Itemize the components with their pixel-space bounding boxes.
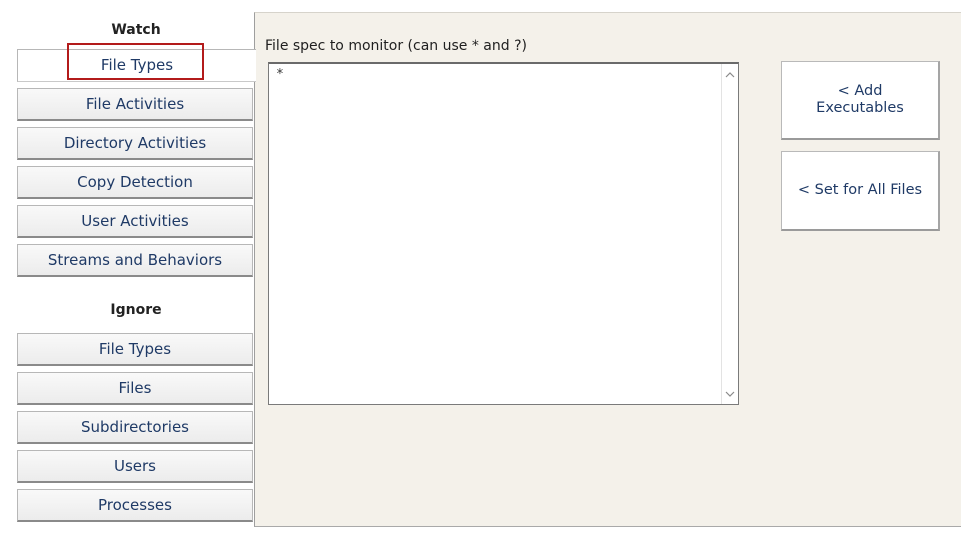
vertical-scrollbar[interactable] — [721, 64, 738, 404]
chevron-up-icon[interactable] — [722, 66, 738, 82]
sidebar-item-directory-activities[interactable]: Directory Activities — [17, 127, 253, 160]
add-executables-label: < Add Executables — [816, 82, 904, 116]
file-types-panel: File spec to monitor (can use * and ?) *… — [254, 12, 961, 527]
file-spec-value[interactable]: * — [276, 67, 284, 82]
sidebar-item-streams-and-behaviors[interactable]: Streams and Behaviors — [17, 244, 253, 277]
sidebar-nav: Watch File Types File Activities Directo… — [17, 12, 256, 527]
sidebar-item-files[interactable]: Files — [17, 372, 253, 405]
set-for-all-files-label: < Set for All Files — [797, 181, 923, 198]
sidebar-item-watch-file-types[interactable]: File Types — [17, 49, 256, 82]
sidebar-item-ignore-file-types[interactable]: File Types — [17, 333, 253, 366]
set-for-all-files-button[interactable]: < Set for All Files — [781, 151, 940, 231]
ignore-heading: Ignore — [110, 302, 162, 318]
sidebar-item-subdirectories[interactable]: Subdirectories — [17, 411, 253, 444]
file-spec-label: File spec to monitor (can use * and ?) — [265, 38, 527, 54]
file-spec-textarea[interactable]: * — [268, 62, 739, 405]
sidebar-item-copy-detection[interactable]: Copy Detection — [17, 166, 253, 199]
sidebar-item-user-activities[interactable]: User Activities — [17, 205, 253, 238]
sidebar-item-users[interactable]: Users — [17, 450, 253, 483]
sidebar-item-processes[interactable]: Processes — [17, 489, 253, 522]
add-executables-button[interactable]: < Add Executables — [781, 61, 940, 140]
sidebar-item-file-activities[interactable]: File Activities — [17, 88, 253, 121]
chevron-down-icon[interactable] — [722, 386, 738, 402]
watch-heading: Watch — [111, 22, 161, 38]
